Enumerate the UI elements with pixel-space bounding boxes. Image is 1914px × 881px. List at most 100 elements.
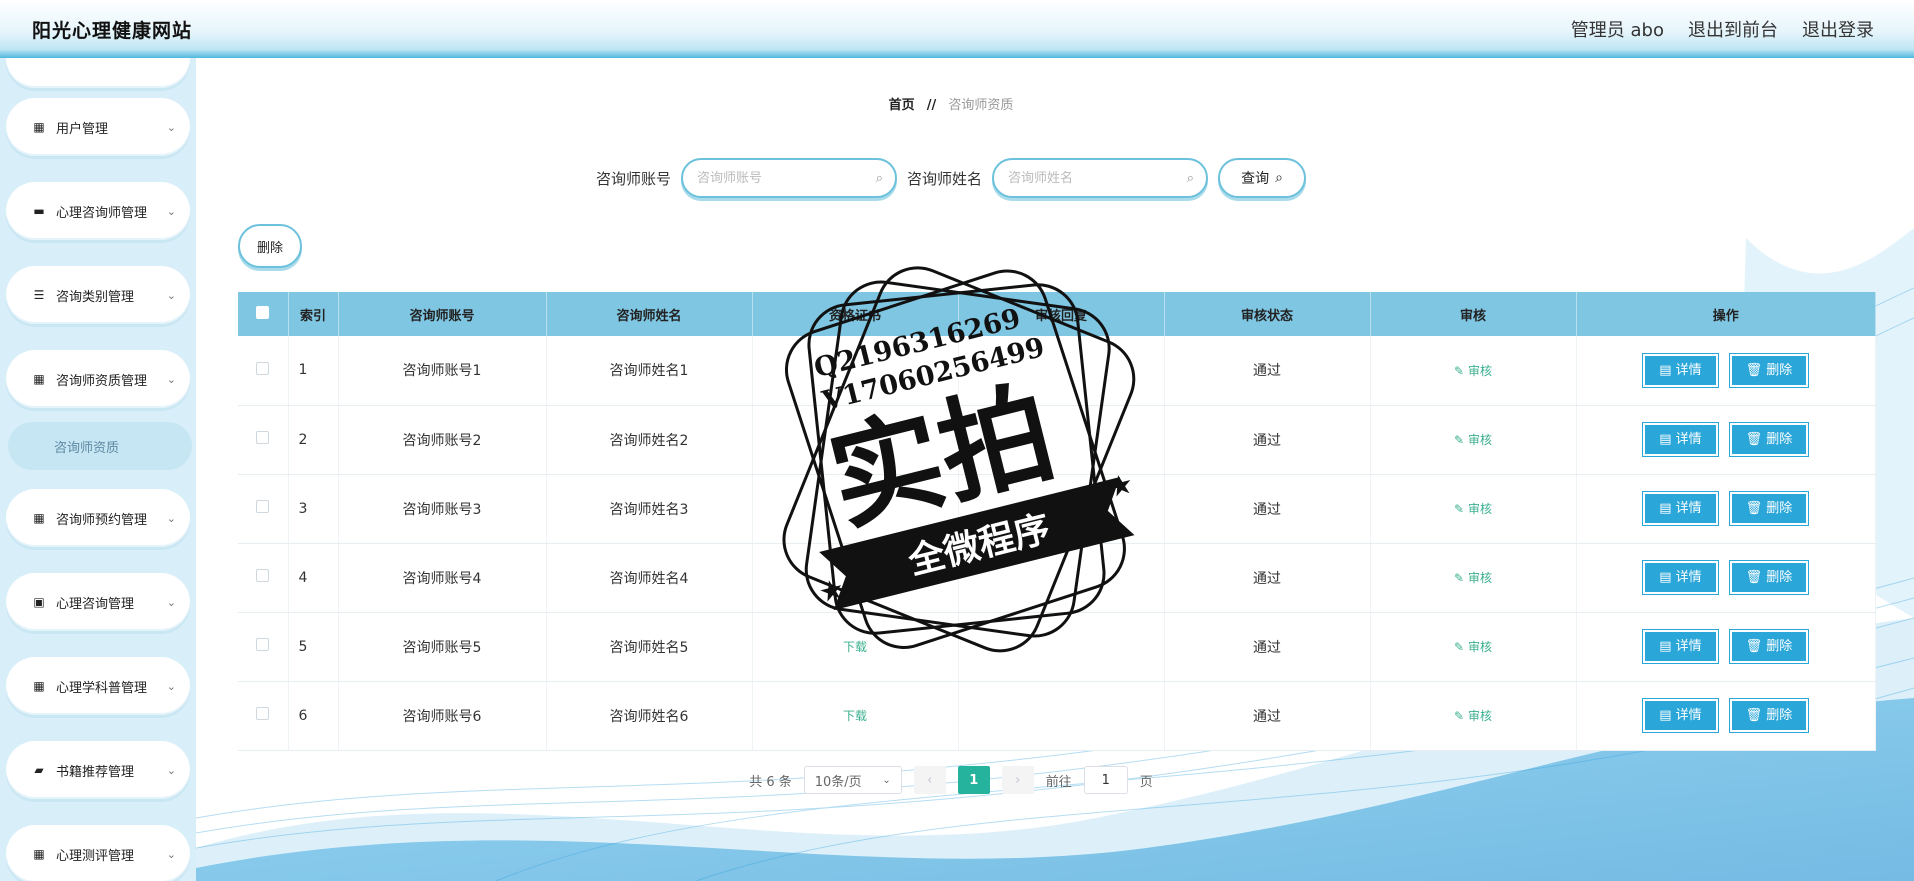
row-checkbox[interactable] [256,361,270,375]
detail-button[interactable]: ▤ 详情 [1642,560,1719,595]
detail-button[interactable]: ▤ 详情 [1642,629,1719,664]
admin-label[interactable]: 管理员 abo [1571,16,1664,42]
sidebar-subitem-qualification[interactable]: 咨询师资质 [8,422,192,470]
sidebar-item-books[interactable]: ▰ 书籍推荐管理 ⌄ [6,741,190,799]
col-status: 审核状态 [1164,292,1371,336]
row-review[interactable]: ✎ 审核 [1370,474,1577,544]
chevron-down-icon: ⌄ [166,204,176,218]
sidebar-item-consult[interactable]: ▣ 心理咨询管理 ⌄ [6,573,190,631]
sidebar-item-counselor[interactable]: ▬ 心理咨询师管理 ⌄ [6,182,190,240]
sidebar-item-qualification[interactable]: ▦ 咨询师资质管理 ⌄ [6,350,190,408]
delete-button[interactable]: 🗑 删除 [1728,629,1810,664]
name-search-input[interactable] [1008,170,1169,186]
trash-icon: 🗑 [1745,708,1763,723]
download-link[interactable]: 下载 [843,709,867,723]
breadcrumb-home[interactable]: 首页 [889,98,915,113]
edit-icon: ✎ [1454,433,1465,447]
goto-page-input[interactable]: 1 [1083,766,1128,794]
batch-delete-button[interactable]: 删除 [238,224,302,268]
clipboard-icon: ▣ [33,595,45,609]
col-name: 咨询师姓名 [546,292,753,336]
header-actions: 管理员 abo 退出到前台 退出登录 [1571,16,1874,42]
review-link[interactable]: ✎ 审核 [1454,433,1492,447]
sidebar-item-appointment[interactable]: ▦ 咨询师预约管理 ⌄ [6,489,190,547]
logout-link[interactable]: 退出登录 [1802,16,1874,42]
query-button-label: 查询 [1241,171,1270,187]
sidebar-item-science[interactable]: ▦ 心理学科普管理 ⌄ [6,657,190,715]
row-review[interactable]: ✎ 审核 [1370,336,1577,406]
sidebar-item-top-partial[interactable] [6,58,190,88]
col-reply: 审核回复 [958,292,1165,336]
detail-button-label: 详情 [1675,501,1702,516]
sidebar-item-category[interactable]: ☰ 咨询类别管理 ⌄ [6,266,190,324]
review-link[interactable]: ✎ 审核 [1454,364,1492,378]
account-search-input[interactable] [697,170,857,186]
row-cert[interactable] [752,474,959,544]
delete-button[interactable]: 🗑 删除 [1728,352,1810,388]
chevron-down-icon: ⌄ [166,679,176,693]
review-link[interactable]: ✎ 审核 [1454,640,1492,654]
table-row: 1 咨询师账号1 咨询师姓名1 通过 ✎ 审核 ▤ 详情 🗑 删除 [238,336,1876,406]
search-bar: 咨询师账号 ⌕ 咨询师姓名 ⌕ 查询 ⌕ [196,158,1706,198]
row-reply [958,474,1165,544]
delete-button[interactable]: 🗑 删除 [1728,491,1810,526]
delete-button[interactable]: 🗑 删除 [1728,422,1810,457]
page-size-select[interactable]: 10条/页 ⌄ [803,766,902,794]
query-button[interactable]: 查询 ⌕ [1218,158,1307,198]
row-review[interactable]: ✎ 审核 [1370,405,1577,475]
row-status: 通过 [1164,681,1371,751]
row-cert[interactable]: 下载 [752,543,959,613]
sidebar-item-assessment[interactable]: ▦ 心理测评管理 ⌄ [6,825,190,881]
row-review[interactable]: ✎ 审核 [1370,543,1577,613]
row-index: 1 [288,336,339,406]
chevron-down-icon: ⌄ [166,847,176,861]
row-checkbox[interactable] [256,569,270,582]
row-status: 通过 [1164,336,1371,406]
row-cert[interactable] [752,336,959,406]
download-link[interactable]: 下载 [843,640,867,654]
back-to-front-link[interactable]: 退出到前台 [1688,16,1778,42]
review-link[interactable]: ✎ 审核 [1454,502,1492,516]
breadcrumb-separator: // [926,98,937,113]
row-account: 咨询师账号1 [338,336,547,406]
account-search-box[interactable]: ⌕ [681,158,897,198]
goto-suffix: 页 [1139,774,1153,790]
delete-button[interactable]: 🗑 删除 [1728,560,1810,595]
detail-icon: ▤ [1659,639,1672,654]
row-review[interactable]: ✎ 审核 [1370,681,1577,751]
row-cert[interactable]: 下载 [752,612,959,682]
row-cert[interactable]: 下载 [752,681,959,751]
row-checkbox[interactable] [256,431,270,444]
edit-icon: ✎ [1454,363,1465,378]
detail-button[interactable]: ▤ 详情 [1642,698,1719,733]
detail-button[interactable]: ▤ 详情 [1642,352,1719,388]
grid-icon: ▦ [33,847,45,861]
table-row: 5 咨询师账号5 咨询师姓名5 下载 通过 ✎ 审核 ▤ 详情 🗑 删除 [238,612,1876,682]
review-link[interactable]: ✎ 审核 [1454,571,1492,585]
review-link-label: 审核 [1467,709,1492,723]
row-select-cell [238,612,289,682]
download-link[interactable]: 下载 [843,571,867,585]
detail-button[interactable]: ▤ 详情 [1642,491,1719,526]
row-checkbox[interactable] [256,707,270,720]
delete-button[interactable]: 🗑 删除 [1728,698,1810,733]
row-select-cell [238,405,289,475]
select-all-checkbox[interactable] [256,305,270,319]
name-search-box[interactable]: ⌕ [992,158,1209,198]
row-review[interactable]: ✎ 审核 [1370,612,1577,682]
prev-page-button[interactable]: ‹ [913,766,946,794]
row-index: 3 [288,474,339,544]
next-page-button[interactable]: › [1001,766,1034,794]
review-link[interactable]: ✎ 审核 [1454,709,1492,723]
row-checkbox[interactable] [256,500,270,513]
row-index: 6 [288,681,339,751]
row-select-cell [238,543,289,613]
row-cert[interactable] [752,405,959,475]
row-status: 通过 [1164,474,1371,544]
row-checkbox[interactable] [256,638,270,651]
row-index: 5 [288,612,339,682]
page-number-current[interactable]: 1 [957,766,990,794]
detail-button[interactable]: ▤ 详情 [1642,422,1719,457]
sidebar-item-user[interactable]: ▦ 用户管理 ⌄ [6,98,190,156]
select-all-cell [238,292,289,336]
